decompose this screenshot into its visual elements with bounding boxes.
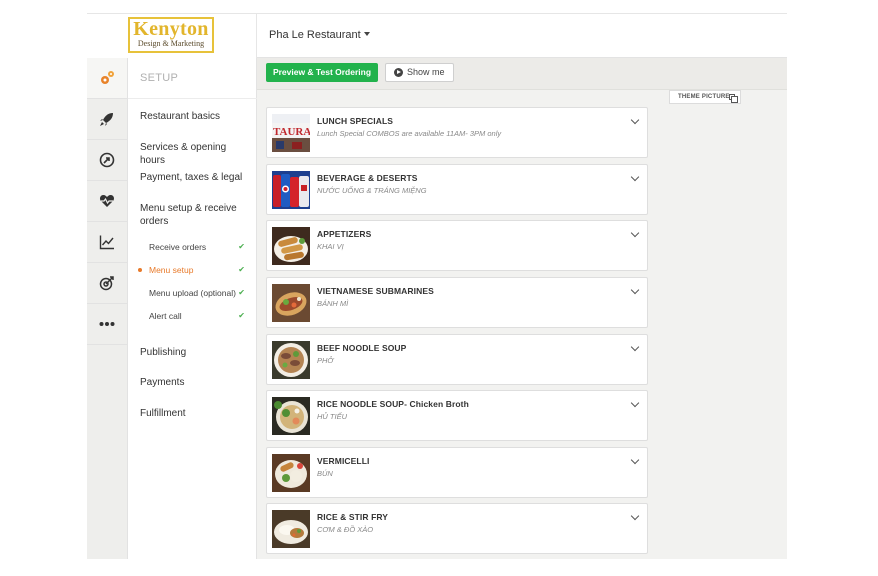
preview-test-ordering-button[interactable]: Preview & Test Ordering xyxy=(266,63,378,82)
subnav-label: Menu setup xyxy=(149,265,194,275)
check-icon: ✔ xyxy=(238,288,245,297)
category-description: KHAI VỊ xyxy=(317,242,344,251)
logo-tagline: Design & Marketing xyxy=(137,39,205,48)
category-name: VERMICELLI xyxy=(317,456,370,466)
setup-nav: SETUP Restaurant basics Services & openi… xyxy=(128,58,257,559)
nav-payment-taxes[interactable]: Payment, taxes & legal xyxy=(140,171,252,184)
nav-fulfillment[interactable]: Fulfillment xyxy=(140,407,252,420)
subnav-receive-orders[interactable]: Receive orders ✔ xyxy=(149,242,249,252)
category-thumbnail xyxy=(272,341,310,379)
logo-area: Kenyton Design & Marketing xyxy=(87,14,257,58)
category-thumbnail: TAURAN xyxy=(272,114,310,152)
more-dots-icon xyxy=(99,322,115,326)
category-description: Lunch Special COMBOS are available 11AM-… xyxy=(317,129,502,138)
category-thumbnail xyxy=(272,171,310,209)
category-name: RICE & STIR FRY xyxy=(317,512,389,522)
subnav-menu-setup[interactable]: Menu setup ✔ xyxy=(138,265,249,275)
check-icon: ✔ xyxy=(238,311,245,320)
category-card-rice-stir-fry[interactable]: RICE & STIR FRY CƠM & ĐỒ XÀO xyxy=(266,503,648,554)
chevron-down-icon[interactable] xyxy=(630,342,640,352)
play-icon xyxy=(394,68,403,77)
check-icon: ✔ xyxy=(238,265,245,274)
nav-menu-setup-receive[interactable]: Menu setup & receive orders xyxy=(140,202,252,228)
thumb-sign-text: TAURAN xyxy=(273,126,310,138)
nav-publishing[interactable]: Publishing xyxy=(140,346,252,359)
rail-setup[interactable] xyxy=(87,58,127,99)
kenyton-logo[interactable]: Kenyton Design & Marketing xyxy=(128,17,214,53)
category-description: BÁNH MÌ xyxy=(317,299,349,308)
target-icon xyxy=(99,276,114,291)
restaurant-name: Pha Le Restaurant xyxy=(269,29,361,41)
nav-restaurant-basics[interactable]: Restaurant basics xyxy=(140,110,252,123)
category-name: VIETNAMESE SUBMARINES xyxy=(317,286,434,296)
subnav-label: Menu upload (optional) xyxy=(149,288,236,298)
setup-title: SETUP xyxy=(140,72,179,84)
logo-brand: Kenyton xyxy=(133,18,209,40)
category-name: BEVERAGE & DESERTS xyxy=(317,173,418,183)
rail-promote[interactable] xyxy=(87,140,127,181)
show-me-label: Show me xyxy=(407,67,445,77)
category-thumbnail xyxy=(272,454,310,492)
subnav-menu-upload[interactable]: Menu upload (optional) ✔ xyxy=(149,288,249,298)
category-card-lunch-specials[interactable]: TAURAN LUNCH SPECIALS Lunch Special COMB… xyxy=(266,107,648,158)
category-card-vietnamese-submarines[interactable]: VIETNAMESE SUBMARINES BÁNH MÌ xyxy=(266,277,648,328)
category-description: CƠM & ĐỒ XÀO xyxy=(317,525,374,534)
nav-payments[interactable]: Payments xyxy=(140,376,252,389)
category-description: PHỞ xyxy=(317,356,334,365)
chevron-down-icon[interactable] xyxy=(630,115,640,125)
line-chart-icon xyxy=(99,235,114,250)
app-frame: Kenyton Design & Marketing Pha Le Restau… xyxy=(87,13,787,559)
chevron-down-icon[interactable] xyxy=(630,172,640,182)
divider xyxy=(128,98,257,99)
subnav-alert-call[interactable]: Alert call ✔ xyxy=(149,311,249,321)
top-header: Kenyton Design & Marketing Pha Le Restau… xyxy=(87,14,787,58)
rocket-icon xyxy=(100,113,113,126)
rail-reports[interactable] xyxy=(87,222,127,263)
heart-pulse-icon xyxy=(99,195,115,207)
theme-picture-button[interactable]: THEME PICTURE xyxy=(669,90,741,104)
rail-marketing[interactable] xyxy=(87,263,127,304)
caret-down-icon xyxy=(363,32,370,37)
toolbar: Preview & Test Ordering Show me xyxy=(257,58,787,90)
category-thumbnail xyxy=(272,510,310,548)
category-card-vermicelli[interactable]: VERMICELLI BÚN xyxy=(266,447,648,498)
category-thumbnail xyxy=(272,284,310,322)
category-name: BEEF NOODLE SOUP xyxy=(317,343,407,353)
category-name: APPETIZERS xyxy=(317,229,372,239)
category-card-rice-noodle-soup[interactable]: RICE NOODLE SOUP- Chicken Broth HỦ TIẾU xyxy=(266,390,648,441)
check-icon: ✔ xyxy=(238,242,245,251)
category-card-appetizers[interactable]: APPETIZERS KHAI VỊ xyxy=(266,220,648,271)
show-me-button[interactable]: Show me xyxy=(385,63,454,82)
category-description: NƯỚC UỐNG & TRÁNG MIỆNG xyxy=(317,186,427,195)
category-card-beef-noodle-soup[interactable]: BEEF NOODLE SOUP PHỞ xyxy=(266,334,648,385)
chevron-down-icon[interactable] xyxy=(630,285,640,295)
rail-launch[interactable] xyxy=(87,99,127,140)
nav-services-hours[interactable]: Services & opening hours xyxy=(140,141,252,167)
icon-rail xyxy=(87,58,128,559)
restaurant-selector[interactable]: Pha Le Restaurant xyxy=(269,29,370,41)
chevron-down-icon[interactable] xyxy=(630,511,640,521)
chevron-down-icon[interactable] xyxy=(630,228,640,238)
category-description: BÚN xyxy=(317,469,333,478)
category-card-beverage-deserts[interactable]: BEVERAGE & DESERTS NƯỚC UỐNG & TRÁNG MIỆ… xyxy=(266,164,648,215)
category-name: LUNCH SPECIALS xyxy=(317,116,394,126)
chevron-down-icon[interactable] xyxy=(630,455,640,465)
category-thumbnail xyxy=(272,227,310,265)
gears-icon xyxy=(101,71,114,84)
chevron-down-icon[interactable] xyxy=(630,398,640,408)
active-dot xyxy=(138,268,142,272)
copy-icon xyxy=(729,94,738,103)
category-description: HỦ TIẾU xyxy=(317,412,347,421)
circle-arrow-icon xyxy=(99,152,115,168)
subnav-label: Receive orders xyxy=(149,242,207,252)
category-name: RICE NOODLE SOUP- Chicken Broth xyxy=(317,399,469,409)
rail-more[interactable] xyxy=(87,304,127,345)
theme-label: THEME PICTURE xyxy=(678,94,730,100)
rail-health[interactable] xyxy=(87,181,127,222)
subnav-label: Alert call xyxy=(149,311,182,321)
category-thumbnail xyxy=(272,397,310,435)
